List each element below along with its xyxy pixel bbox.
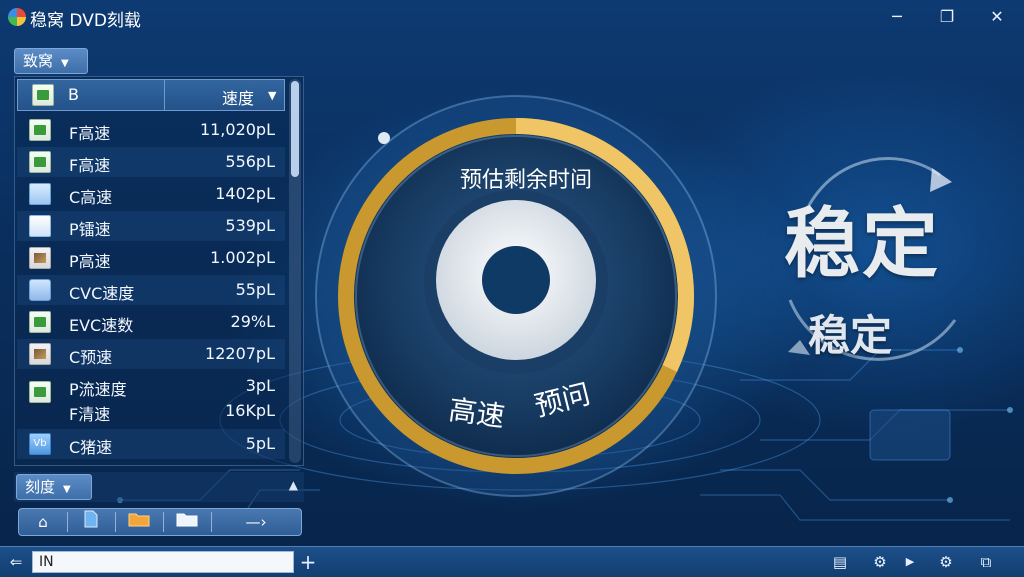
column-divider: [164, 80, 165, 110]
file-size: 29%L: [230, 312, 275, 331]
title-bar: 稳窝 DVD刻载 ─ ❐ ✕: [0, 0, 1024, 34]
disc-center-hole: [482, 246, 550, 314]
burn-dropdown-label: 刻度: [25, 478, 56, 496]
file-size: 55pL: [235, 280, 275, 299]
gear-icon[interactable]: ⚙: [936, 552, 956, 572]
folder-icon: [176, 513, 198, 527]
list-item[interactable]: CVC速度 55pL: [17, 275, 285, 305]
document-icon: [29, 215, 51, 237]
chevron-down-icon: ▼: [63, 484, 71, 495]
chevron-down-icon[interactable]: ▼: [268, 89, 276, 102]
log-icon[interactable]: ▤: [830, 552, 850, 572]
list-item[interactable]: P高速 1.002pL: [17, 243, 285, 273]
green-file-icon: [29, 311, 51, 333]
list-item[interactable]: F高速 556pL: [17, 147, 285, 177]
file-size: 12207pL: [205, 344, 275, 363]
file-size: 3pL: [245, 376, 275, 395]
remaining-time-label: 预估剩余时间: [460, 168, 593, 193]
folder-button[interactable]: [167, 510, 207, 534]
blue-folder-icon: [29, 279, 51, 301]
path-input[interactable]: [32, 551, 294, 573]
chevron-down-icon: ▼: [61, 58, 69, 69]
file-name: EVC速数: [69, 316, 134, 335]
disc-icon-button[interactable]: [71, 510, 111, 534]
file-size: 556pL: [225, 152, 275, 171]
list-item[interactable]: C预速 12207pL: [17, 339, 285, 369]
home-button[interactable]: ⌂: [23, 510, 63, 534]
green-file-icon: [29, 151, 51, 173]
image-file-icon: [29, 343, 51, 365]
app-logo-icon: [8, 8, 26, 26]
more-button[interactable]: —›: [219, 510, 293, 534]
add-button[interactable]: +: [298, 552, 318, 572]
file-list: B 速度 ▼ F高速 11,020pL F高速 556pL C高速 1402pL…: [14, 76, 304, 466]
file-size: 1402pL: [215, 184, 275, 203]
toolbar-divider: [211, 512, 212, 532]
header-file-icon: [32, 84, 54, 106]
file-name: CVC速度: [69, 284, 135, 303]
file-toolbar: ⌂ —›: [18, 508, 302, 536]
speed-status-label: 高速: [446, 392, 507, 434]
list-item[interactable]: F清速 16KpL: [17, 396, 285, 426]
burn-options-row: 刻度 ▼ ▲: [14, 472, 304, 502]
back-arrow-icon[interactable]: ⇐: [6, 552, 26, 572]
collapse-arrow-icon[interactable]: ▲: [289, 478, 298, 492]
file-name: P镭速: [69, 220, 111, 239]
file-name: F高速: [69, 124, 111, 143]
image-file-icon: [29, 247, 51, 269]
source-dropdown-label: 致窝: [23, 52, 54, 70]
file-size: 5pL: [245, 434, 275, 453]
file-size: 16KpL: [225, 401, 275, 420]
file-sidebar: 致窝 ▼ B 速度 ▼ F高速 11,020pL F高速 556pL C高速 14…: [14, 44, 306, 540]
file-name: F清速: [69, 405, 111, 424]
blue-file-icon: [84, 510, 98, 528]
close-button[interactable]: ✕: [986, 6, 1008, 28]
toolbar-divider: [67, 512, 68, 532]
export-icon[interactable]: ⧉: [976, 552, 996, 572]
file-size: 11,020pL: [199, 120, 275, 139]
file-size: 539pL: [225, 216, 275, 235]
file-name: P高速: [69, 252, 111, 271]
settings-gear-icon[interactable]: ⚙: [870, 552, 890, 572]
source-dropdown[interactable]: 致窝 ▼: [14, 48, 88, 74]
stability-title: 稳定: [784, 199, 940, 288]
toolbar-divider: [115, 512, 116, 532]
list-item[interactable]: F高速 11,020pL: [17, 115, 285, 145]
blue-file-icon: [29, 183, 51, 205]
orange-folder-icon: [128, 513, 150, 527]
file-name: C猪速: [69, 438, 113, 457]
list-item[interactable]: EVC速数 29%L: [17, 307, 285, 337]
scrollbar-thumb[interactable]: [291, 81, 299, 177]
name-column-header[interactable]: B: [68, 85, 79, 104]
app-title: 稳窝 DVD刻载: [30, 11, 141, 31]
list-header: B 速度 ▼: [17, 79, 285, 111]
green-file-icon: [29, 119, 51, 141]
file-name: C预速: [69, 348, 113, 367]
list-item[interactable]: Vb C猪速 5pL: [17, 429, 285, 459]
open-folder-button[interactable]: [119, 510, 159, 534]
list-item[interactable]: C高速 1402pL: [17, 179, 285, 209]
status-bar: ⇐ + ▤ ⚙ ▶ ⚙ ⧉: [0, 546, 1024, 577]
disc-marker-dot: [378, 132, 390, 144]
file-name: F高速: [69, 156, 111, 175]
stability-subtitle: 稳定: [808, 311, 893, 360]
burn-dropdown[interactable]: 刻度 ▼: [16, 474, 92, 500]
sort-speed-header[interactable]: 速度: [222, 85, 254, 109]
play-icon[interactable]: ▶: [900, 552, 920, 572]
minimize-button[interactable]: ─: [886, 6, 908, 28]
list-item[interactable]: P镭速 539pL: [17, 211, 285, 241]
file-size: 1.002pL: [210, 248, 275, 267]
disc-progress-graphic: [315, 95, 717, 497]
file-name: C高速: [69, 188, 113, 207]
maximize-button[interactable]: ❐: [936, 6, 958, 28]
toolbar-divider: [163, 512, 164, 532]
vb-file-icon: Vb: [29, 433, 51, 455]
